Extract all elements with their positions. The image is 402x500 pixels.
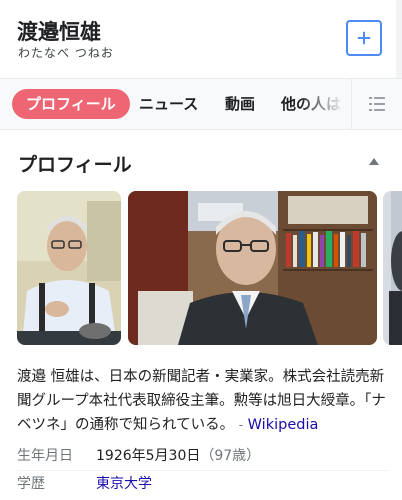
fact-value-education[interactable]: 東京大学 (96, 473, 152, 493)
profile-photo-1[interactable] (17, 191, 121, 345)
tab-profile[interactable]: プロフィール (12, 89, 130, 119)
tab-bar: プロフィール ニュース 動画 他の人はこ (0, 79, 402, 129)
age-text: （97歳） (200, 448, 261, 464)
plus-icon (357, 31, 371, 45)
profile-photo-3[interactable] (383, 191, 402, 345)
profile-description: 渡邉 恒雄は、日本の新聞記者・実業家。株式会社読売新聞グループ本社代表取締役主筆… (17, 365, 389, 437)
description-text: 渡邉 恒雄は、日本の新聞記者・実業家。株式会社読売新聞グループ本社代表取締役主筆… (17, 369, 386, 433)
entity-title: 渡邉恒雄 (17, 20, 101, 44)
entity-header: 渡邉恒雄 わたなべ つねお (0, 0, 402, 78)
tab-news[interactable]: ニュース (139, 89, 198, 119)
scroll-edge (396, 0, 402, 78)
source-dash: - (238, 418, 244, 432)
fact-label-birthdate: 生年月日 (17, 448, 73, 464)
menu-list-icon (369, 97, 385, 111)
profile-photo-2[interactable] (128, 191, 377, 345)
fact-divider (17, 470, 389, 471)
wikipedia-link[interactable]: Wikipedia (248, 417, 319, 433)
fact-label-education: 学歴 (17, 476, 45, 492)
birthdate-text: 1926年5月30日 (96, 448, 201, 464)
entity-reading: わたなべ つねお (18, 46, 114, 60)
collapse-arrow-icon[interactable] (368, 156, 380, 166)
tabs-menu-button[interactable] (351, 79, 402, 129)
section-title: プロフィール (18, 154, 132, 176)
tabs-fade (300, 79, 352, 129)
tabs-divider (0, 129, 402, 130)
add-button[interactable] (346, 20, 382, 56)
fact-value-birthdate: 1926年5月30日（97歳） (96, 445, 260, 465)
tab-video[interactable]: 動画 (225, 89, 255, 119)
